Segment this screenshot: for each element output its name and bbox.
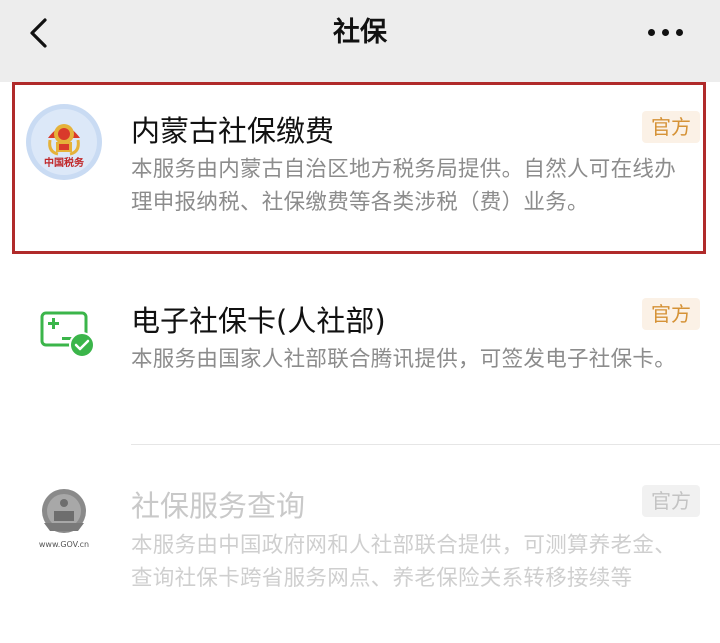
navigation-bar: 社保	[0, 0, 720, 66]
result-title: 社保服务查询	[131, 489, 306, 523]
result-item-inner-mongolia-social-security[interactable]: 中国税务 内蒙古社保缴费 官方 本服务由内蒙古自治区地方税务局提供。自然人可在线…	[0, 82, 720, 258]
result-description: 本服务由中国政府网和人社部联合提供，可测算养老金、查询社保卡跨省服务网点、养老保…	[131, 533, 677, 591]
social-security-card-icon	[40, 311, 95, 358]
national-emblem-icon: www.GOV.cn	[39, 489, 89, 549]
result-description: 本服务由国家人社部联合腾讯提供，可签发电子社保卡。	[131, 347, 677, 372]
china-tax-emblem-icon: 中国税务	[26, 104, 102, 180]
more-dots-icon	[648, 29, 655, 36]
svg-text:www.GOV.cn: www.GOV.cn	[39, 540, 89, 549]
official-badge: 官方	[642, 298, 700, 330]
result-title: 电子社保卡(人社部)	[131, 304, 386, 338]
official-badge: 官方	[642, 111, 700, 143]
official-badge: 官方	[642, 485, 700, 517]
result-item-electronic-social-security-card[interactable]: 电子社保卡(人社部) 官方 本服务由国家人社部联合腾讯提供，可签发电子社保卡。	[0, 258, 720, 445]
result-title: 内蒙古社保缴费	[131, 114, 335, 148]
page-title: 社保	[333, 17, 387, 48]
section-gap	[0, 66, 720, 82]
result-description: 本服务由内蒙古自治区地方税务局提供。自然人可在线办理申报纳税、社保缴费等各类涉税…	[131, 157, 677, 215]
svg-text:中国税务: 中国税务	[44, 156, 85, 169]
more-button[interactable]	[646, 20, 686, 44]
result-item-social-security-service-query[interactable]: www.GOV.cn 社保服务查询 官方 本服务由中国政府网和人社部联合提供，可…	[0, 445, 720, 643]
